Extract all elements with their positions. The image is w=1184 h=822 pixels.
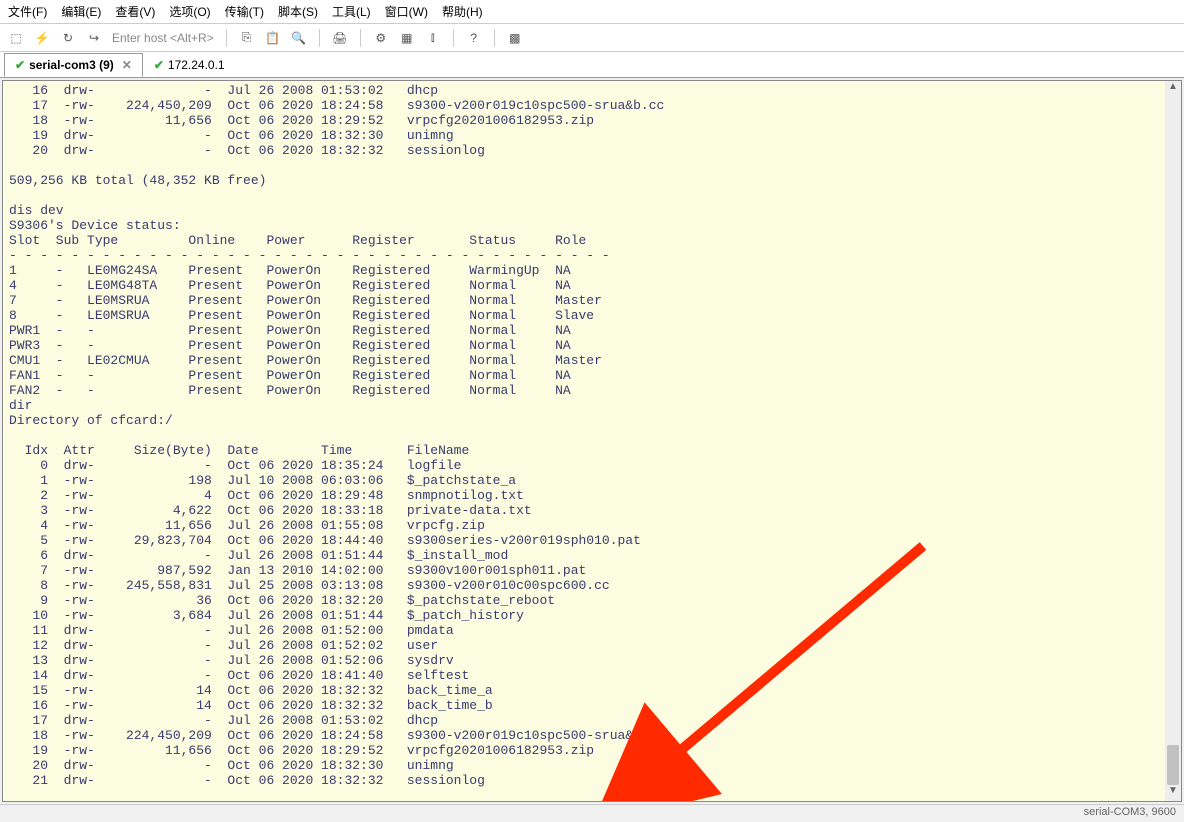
grid-icon[interactable]: ▩ <box>505 28 525 48</box>
filter-icon[interactable]: ⫾ <box>423 28 443 48</box>
tab-label: serial-com3 (9) <box>29 58 114 72</box>
connect-icon[interactable]: ⬚ <box>6 28 26 48</box>
settings-icon[interactable]: ⚙ <box>371 28 391 48</box>
tab-serial-com3[interactable]: ✔ serial-com3 (9) ✕ <box>4 53 143 77</box>
check-icon: ✔ <box>15 58 25 72</box>
menu-window[interactable]: 窗口(W) <box>385 3 428 20</box>
reconnect-icon[interactable]: ↻ <box>58 28 78 48</box>
status-bar: serial-COM3, 9600 <box>0 804 1184 822</box>
menu-file[interactable]: 文件(F) <box>8 3 47 20</box>
tab-bar: ✔ serial-com3 (9) ✕ ✔ 172.24.0.1 <box>0 52 1184 78</box>
scrollbar[interactable]: ▲ ▼ <box>1165 81 1181 801</box>
copy-icon[interactable]: ⎘ <box>237 28 257 48</box>
menu-tools[interactable]: 工具(L) <box>332 3 371 20</box>
terminal[interactable]: 16 drw- - Jul 26 2008 01:53:02 dhcp 17 -… <box>3 81 1181 801</box>
menu-transfer[interactable]: 传输(T) <box>225 3 264 20</box>
check-icon: ✔ <box>154 58 164 72</box>
scroll-down-icon[interactable]: ▼ <box>1165 785 1181 801</box>
terminal-container: 16 drw- - Jul 26 2008 01:53:02 dhcp 17 -… <box>2 80 1182 802</box>
menu-options[interactable]: 选项(O) <box>169 3 210 20</box>
menu-view[interactable]: 查看(V) <box>115 3 155 20</box>
menu-edit[interactable]: 编辑(E) <box>61 3 101 20</box>
scroll-thumb[interactable] <box>1167 745 1179 785</box>
quick-connect-icon[interactable]: ⚡ <box>32 28 52 48</box>
menu-help[interactable]: 帮助(H) <box>442 3 483 20</box>
host-input[interactable]: Enter host <Alt+R> <box>110 29 216 47</box>
status-text: serial-COM3, 9600 <box>1084 806 1176 818</box>
close-icon[interactable]: ✕ <box>122 58 132 72</box>
toolbar: ⬚ ⚡ ↻ ↪ Enter host <Alt+R> ⎘ 📋 🔍 🖨 ⚙ ▦ ⫾… <box>0 24 1184 52</box>
find-icon[interactable]: 🔍 <box>289 28 309 48</box>
menu-bar: 文件(F) 编辑(E) 查看(V) 选项(O) 传输(T) 脚本(S) 工具(L… <box>0 0 1184 24</box>
print-icon[interactable]: 🖨 <box>330 28 350 48</box>
tab-ip[interactable]: ✔ 172.24.0.1 <box>143 53 236 77</box>
tab-label: 172.24.0.1 <box>168 58 225 72</box>
menu-script[interactable]: 脚本(S) <box>278 3 318 20</box>
session-icon[interactable]: ▦ <box>397 28 417 48</box>
paste-icon[interactable]: 📋 <box>263 28 283 48</box>
scroll-up-icon[interactable]: ▲ <box>1165 81 1181 97</box>
disconnect-icon[interactable]: ↪ <box>84 28 104 48</box>
help-icon[interactable]: ? <box>464 28 484 48</box>
